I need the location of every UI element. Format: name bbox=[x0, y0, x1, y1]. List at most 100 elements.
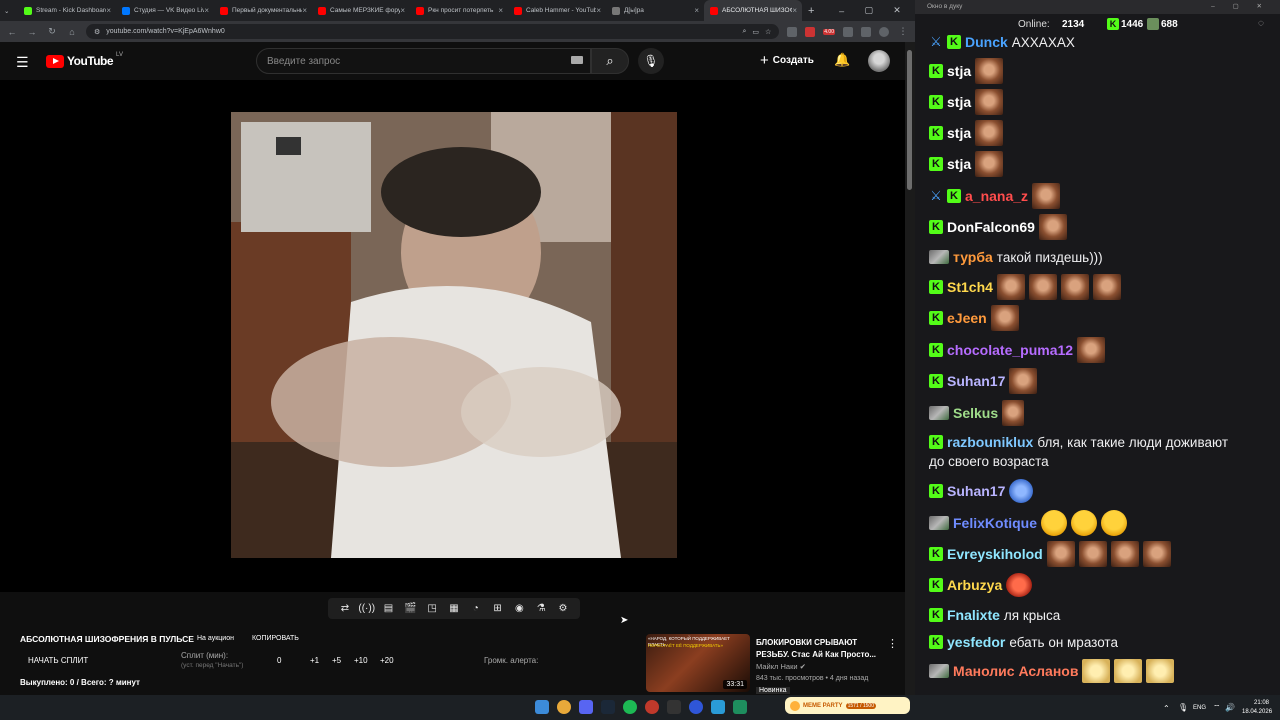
forward-icon[interactable]: → bbox=[26, 27, 38, 37]
url-field[interactable]: ⚙ youtube.com/watch?v=KjEpA6Wnhw0 ⌕ ▭ ☆ bbox=[86, 24, 780, 39]
volume-icon[interactable]: 🔊 bbox=[1225, 703, 1235, 712]
chevron-up-icon[interactable]: ⌃ bbox=[1163, 704, 1170, 713]
video-player[interactable] bbox=[0, 80, 905, 592]
keyboard-icon[interactable] bbox=[571, 56, 583, 64]
app-icon[interactable] bbox=[733, 700, 747, 714]
avatar[interactable] bbox=[868, 50, 890, 72]
chrome-icon[interactable] bbox=[557, 700, 571, 714]
add-clip-icon[interactable]: ⊞ bbox=[489, 603, 507, 614]
split-step-button[interactable]: +5 bbox=[332, 656, 341, 665]
recommendation-channel[interactable]: Майкл Наки ✔ bbox=[756, 662, 806, 671]
voice-search-button[interactable]: 🎙 bbox=[638, 48, 664, 74]
spotify-icon[interactable] bbox=[623, 700, 637, 714]
browser-tab[interactable]: Stream - Kick Dashboard × bbox=[18, 0, 116, 21]
clock-date[interactable]: 18.04.2026 bbox=[1242, 709, 1272, 715]
chat-nick[interactable]: stja bbox=[947, 156, 971, 172]
chat-nick[interactable]: Arbuzya bbox=[947, 577, 1002, 593]
browser-tab[interactable]: Первый документальный × bbox=[214, 0, 312, 21]
chat-nick[interactable]: DonFalcon69 bbox=[947, 219, 1035, 235]
puzzle-icon[interactable] bbox=[843, 26, 853, 37]
microphone-tray-icon[interactable]: 🎙 bbox=[1178, 703, 1188, 712]
back-icon[interactable]: ← bbox=[6, 27, 18, 37]
language-indicator[interactable]: ENG bbox=[1193, 705, 1206, 711]
meme-party-widget[interactable]: MEME PARTY 1571 / 1500 bbox=[785, 697, 910, 714]
browser-tab[interactable]: Самые МЕРЗКИЕ фору × bbox=[312, 0, 410, 21]
camera-icon[interactable]: ◉ bbox=[510, 603, 528, 614]
cast-icon[interactable]: ▭ bbox=[752, 28, 759, 36]
chat-nick[interactable]: stja bbox=[947, 125, 971, 141]
flask-icon[interactable]: ⚗ bbox=[532, 603, 550, 614]
discord-icon[interactable] bbox=[579, 700, 593, 714]
copy-button[interactable]: КОПИРОВАТЬ bbox=[252, 635, 299, 642]
new-tab-button[interactable]: + bbox=[802, 0, 822, 21]
clapper-icon[interactable]: 🎬 bbox=[401, 603, 419, 614]
browser-tab[interactable]: Студия — VK Видео Live × bbox=[116, 0, 214, 21]
telegram-icon[interactable] bbox=[711, 700, 725, 714]
split-step-button[interactable]: +20 bbox=[380, 656, 394, 665]
tab-list-button[interactable]: ⌄ bbox=[0, 0, 18, 21]
chat-nick[interactable]: Suhan17 bbox=[947, 483, 1005, 499]
close-icon[interactable]: × bbox=[204, 6, 209, 15]
extension-icon[interactable] bbox=[805, 26, 816, 37]
close-icon[interactable]: × bbox=[498, 6, 503, 15]
site-info-icon[interactable]: ⚙ bbox=[94, 28, 100, 36]
chat-nick[interactable]: турба bbox=[953, 249, 993, 265]
browser-tab-active[interactable]: АБСОЛЮТНАЯ ШИЗОФ × bbox=[704, 0, 802, 21]
zoom-icon[interactable]: ⌕ bbox=[742, 28, 746, 36]
maximize-icon[interactable]: ▢ bbox=[864, 5, 873, 16]
close-icon[interactable]: × bbox=[302, 6, 307, 15]
close-icon[interactable]: × bbox=[596, 6, 601, 15]
start-split-button[interactable]: НАЧАТЬ СПЛИТ bbox=[28, 656, 88, 665]
extension-icon[interactable] bbox=[787, 26, 798, 37]
kebab-menu-icon[interactable]: ⋮ bbox=[897, 26, 909, 37]
scrollbar-thumb[interactable] bbox=[907, 50, 912, 190]
close-icon[interactable]: × bbox=[792, 6, 797, 15]
steam-icon[interactable] bbox=[601, 700, 615, 714]
app-icon[interactable] bbox=[689, 700, 703, 714]
chat-nick[interactable]: stja bbox=[947, 94, 971, 110]
home-icon[interactable]: ⌂ bbox=[66, 27, 78, 37]
browser-tab[interactable]: Ркн просит потерпеть × bbox=[410, 0, 508, 21]
notifications-icon[interactable]: 🔔 bbox=[834, 52, 850, 68]
windows-start-icon[interactable] bbox=[535, 700, 549, 714]
chat-nick[interactable]: Fnalixte bbox=[947, 607, 1000, 623]
split-step-button[interactable]: +10 bbox=[354, 656, 368, 665]
browser-tab[interactable]: Д[ы]ра × bbox=[606, 0, 704, 21]
chat-nick[interactable]: Манолис Асланов bbox=[953, 663, 1078, 679]
film-strip-icon[interactable]: ▦ bbox=[445, 603, 463, 614]
chat-nick[interactable]: St1ch4 bbox=[947, 279, 993, 295]
chat-nick[interactable]: razbouniklux bbox=[947, 434, 1033, 450]
obs-icon[interactable] bbox=[645, 700, 659, 714]
search-button[interactable]: ⌕ bbox=[591, 48, 629, 74]
auction-button[interactable]: На аукцион bbox=[197, 635, 234, 642]
speed-icon[interactable]: ◔ bbox=[467, 603, 485, 614]
settings-icon[interactable]: ◌ bbox=[1258, 18, 1264, 29]
loop-icon[interactable]: ⇄ bbox=[336, 603, 354, 614]
browser-tab[interactable]: Caleb Hammer - YouTube × bbox=[508, 0, 606, 21]
recommendation-menu-icon[interactable]: ⋮ bbox=[887, 637, 898, 650]
chat-nick[interactable]: eJeen bbox=[947, 310, 987, 326]
split-step-button[interactable]: +1 bbox=[310, 656, 319, 665]
minimize-icon[interactable]: – bbox=[839, 6, 844, 16]
playlist-icon[interactable]: ▤ bbox=[380, 603, 398, 614]
gear-icon[interactable]: ⚙ bbox=[554, 603, 572, 614]
chat-nick[interactable]: Selkus bbox=[953, 405, 998, 421]
audio-waves-icon[interactable]: ((·)) bbox=[358, 603, 376, 614]
profile-icon[interactable] bbox=[879, 26, 889, 37]
reload-icon[interactable]: ↻ bbox=[46, 26, 58, 37]
picture-in-picture-icon[interactable]: ◳ bbox=[423, 603, 441, 614]
youtube-logo[interactable]: YouTube LV bbox=[46, 52, 123, 68]
chat-nick[interactable]: FelixKotique bbox=[953, 515, 1037, 531]
recommendation-title[interactable]: БЛОКИРОВКИ СРЫВАЮТ РЕЗЬБУ. Стас Ай Как П… bbox=[756, 637, 891, 661]
chat-nick[interactable]: yesfedor bbox=[947, 634, 1005, 650]
chat-nick[interactable]: chocolate_puma12 bbox=[947, 342, 1073, 358]
chat-nick[interactable]: Dunck bbox=[965, 34, 1008, 50]
recommendation-thumbnail[interactable]: «НАРОД, КОТОРЫЙ ПОДДЕРЖИВАЕТ ВЛАСТЬ, ПЕР… bbox=[646, 634, 750, 692]
close-icon[interactable]: × bbox=[400, 6, 405, 15]
chat-nick[interactable]: Evreyskiholod bbox=[947, 546, 1043, 562]
search-input[interactable]: Введите запрос bbox=[256, 48, 591, 74]
close-window-icon[interactable]: ✕ bbox=[893, 5, 901, 16]
clock-time[interactable]: 21:08 bbox=[1254, 700, 1269, 706]
close-icon[interactable]: × bbox=[694, 6, 699, 15]
app-icon[interactable] bbox=[667, 700, 681, 714]
